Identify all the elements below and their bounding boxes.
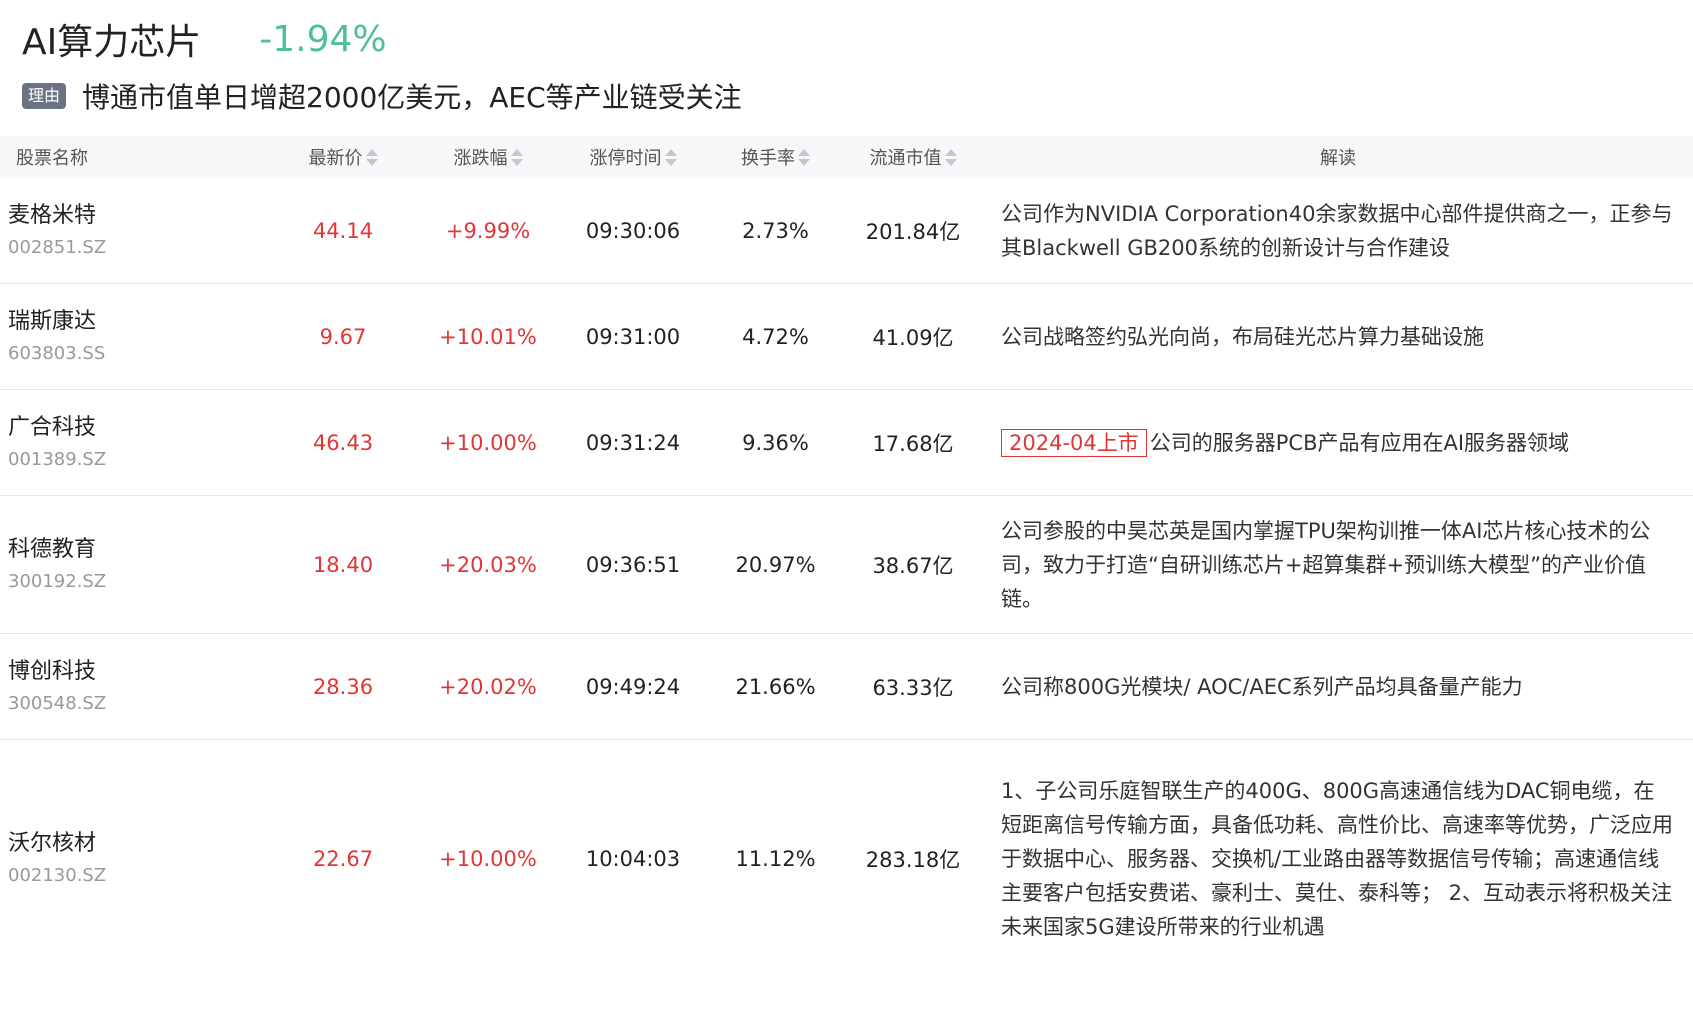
note-text: 公司作为NVIDIA Corporation40余家数据中心部件提供商之一，正参… <box>1001 201 1673 260</box>
limit-time-cell: 09:30:06 <box>585 218 681 243</box>
price-cell: 22.67 <box>312 847 374 871</box>
limit-time-cell: 09:49:24 <box>585 674 681 699</box>
turnover-cell: 2.73% <box>742 218 809 243</box>
limit-time-cell: 09:31:00 <box>585 324 681 349</box>
note-cell: 公司作为NVIDIA Corporation40余家数据中心部件提供商之一，正参… <box>983 197 1693 265</box>
stock-name-cell[interactable]: 沃尔核材 002130.SZ <box>0 828 268 890</box>
stock-name[interactable]: 沃尔核材 <box>8 828 268 860</box>
stock-code: 002130.SZ <box>8 865 107 886</box>
column-header-market-cap-label: 流通市值 <box>869 148 942 169</box>
table-row[interactable]: 麦格米特 002851.SZ 44.14 +9.99% 09:30:06 2.7… <box>0 178 1693 284</box>
column-header-price[interactable]: 最新价 <box>268 144 418 170</box>
reason-text: 博通市值单日增超2000亿美元，AEC等产业链受关注 <box>82 81 742 114</box>
listing-date-badge: 2024-04上市 <box>1001 428 1147 457</box>
stock-name-cell[interactable]: 广合科技 001389.SZ <box>0 412 268 474</box>
column-header-price-label: 最新价 <box>308 148 363 169</box>
sort-icon[interactable] <box>944 149 957 167</box>
column-header-market-cap[interactable]: 流通市值 <box>843 144 983 170</box>
turnover-cell: 9.36% <box>742 430 809 455</box>
column-header-name: 股票名称 <box>0 144 268 170</box>
stock-name-cell[interactable]: 博创科技 300548.SZ <box>0 656 268 718</box>
note-text: 公司称800G光模块/ AOC/AEC系列产品均具备量产能力 <box>1001 674 1523 699</box>
table-row[interactable]: 沃尔核材 002130.SZ 22.67 +10.00% 10:04:03 11… <box>0 740 1693 978</box>
table-header: 股票名称 最新价 涨跌幅 涨停时间 换手率 流通市值 解读 <box>0 136 1693 178</box>
market-cap-cell: 63.33亿 <box>872 675 954 700</box>
sector-title: AI算力芯片 <box>22 22 202 63</box>
column-header-limit-time[interactable]: 涨停时间 <box>558 144 708 170</box>
change-cell: +10.00% <box>439 430 537 455</box>
stock-code: 001389.SZ <box>8 448 107 470</box>
sector-change: -1.94% <box>259 18 387 60</box>
stock-name[interactable]: 广合科技 <box>8 412 268 444</box>
reason-tag: 理由 <box>22 83 67 109</box>
price-cell: 44.14 <box>312 218 374 243</box>
stock-name[interactable]: 瑞斯康达 <box>8 306 268 338</box>
stock-code: 603803.SS <box>8 342 106 364</box>
table-row[interactable]: 瑞斯康达 603803.SS 9.67 +10.01% 09:31:00 4.7… <box>0 284 1693 390</box>
table-row[interactable]: 博创科技 300548.SZ 28.36 +20.02% 09:49:24 21… <box>0 634 1693 740</box>
table-row[interactable]: 广合科技 001389.SZ 46.43 +10.00% 09:31:24 9.… <box>0 390 1693 496</box>
limit-time-cell: 09:31:24 <box>585 430 681 455</box>
stock-name[interactable]: 科德教育 <box>8 534 268 566</box>
stock-code: 300548.SZ <box>8 692 107 714</box>
stock-code: 300192.SZ <box>8 570 107 592</box>
column-header-note: 解读 <box>983 144 1693 170</box>
price-cell: 46.43 <box>312 430 374 455</box>
note-cell: 公司称800G光模块/ AOC/AEC系列产品均具备量产能力 <box>983 670 1693 704</box>
change-cell: +9.99% <box>445 218 531 243</box>
column-header-name-label: 股票名称 <box>16 148 88 169</box>
column-header-turnover[interactable]: 换手率 <box>708 144 843 170</box>
stock-table: 股票名称 最新价 涨跌幅 涨停时间 换手率 流通市值 解读 麦格米特 00285… <box>0 136 1693 978</box>
note-cell: 公司战略签约弘光向尚，布局硅光芯片算力基础设施 <box>983 320 1693 354</box>
reason-row: 理由 博通市值单日增超2000亿美元，AEC等产业链受关注 <box>22 76 742 116</box>
limit-time-cell: 10:04:03 <box>585 847 681 871</box>
stock-name-cell[interactable]: 麦格米特 002851.SZ <box>0 200 268 262</box>
note-text: 公司参股的中昊芯英是国内掌握TPU架构训推一体AI芯片核心技术的公司，致力于打造… <box>1001 518 1651 611</box>
price-cell: 28.36 <box>312 674 374 699</box>
column-header-change[interactable]: 涨跌幅 <box>418 144 558 170</box>
column-header-change-label: 涨跌幅 <box>453 148 508 169</box>
market-cap-cell: 17.68亿 <box>872 431 954 456</box>
note-cell: 公司参股的中昊芯英是国内掌握TPU架构训推一体AI芯片核心技术的公司，致力于打造… <box>983 514 1693 616</box>
sort-icon[interactable] <box>664 149 677 167</box>
stock-name-cell[interactable]: 科德教育 300192.SZ <box>0 534 268 596</box>
sector-header: AI算力芯片 -1.94% <box>22 14 387 64</box>
note-text: 公司的服务器PCB产品有应用在AI服务器领域 <box>1149 430 1570 455</box>
column-header-limit-time-label: 涨停时间 <box>589 148 662 169</box>
turnover-cell: 11.12% <box>735 847 816 871</box>
change-cell: +20.02% <box>439 674 537 699</box>
table-row[interactable]: 科德教育 300192.SZ 18.40 +20.03% 09:36:51 20… <box>0 496 1693 634</box>
note-cell: 2024-04上市 公司的服务器PCB产品有应用在AI服务器领域 <box>983 426 1693 460</box>
stock-code: 002851.SZ <box>8 236 107 258</box>
turnover-cell: 4.72% <box>742 324 809 349</box>
sort-icon[interactable] <box>798 149 810 167</box>
note-cell: 1、子公司乐庭智联生产的400G、800G高速通信线为DAC铜电缆，在短距离信号… <box>983 774 1693 944</box>
sort-icon[interactable] <box>365 149 378 167</box>
limit-time-cell: 09:36:51 <box>585 552 681 577</box>
market-cap-cell: 38.67亿 <box>872 553 954 578</box>
price-cell: 18.40 <box>312 552 374 577</box>
column-header-note-label: 解读 <box>1320 148 1356 169</box>
market-cap-cell: 283.18亿 <box>865 848 961 872</box>
stock-name[interactable]: 麦格米特 <box>8 200 268 232</box>
price-cell: 9.67 <box>319 324 367 349</box>
note-text: 1、子公司乐庭智联生产的400G、800G高速通信线为DAC铜电缆，在短距离信号… <box>1001 779 1673 939</box>
change-cell: +10.00% <box>439 847 537 871</box>
column-header-turnover-label: 换手率 <box>741 148 795 169</box>
change-cell: +10.01% <box>439 324 537 349</box>
stock-name-cell[interactable]: 瑞斯康达 603803.SS <box>0 306 268 368</box>
turnover-cell: 20.97% <box>735 552 816 577</box>
market-cap-cell: 201.84亿 <box>865 219 961 244</box>
sort-icon[interactable] <box>510 149 523 167</box>
note-text: 公司战略签约弘光向尚，布局硅光芯片算力基础设施 <box>1001 324 1484 349</box>
stock-name[interactable]: 博创科技 <box>8 656 268 688</box>
turnover-cell: 21.66% <box>735 674 816 699</box>
market-cap-cell: 41.09亿 <box>872 325 954 350</box>
change-cell: +20.03% <box>439 552 537 577</box>
